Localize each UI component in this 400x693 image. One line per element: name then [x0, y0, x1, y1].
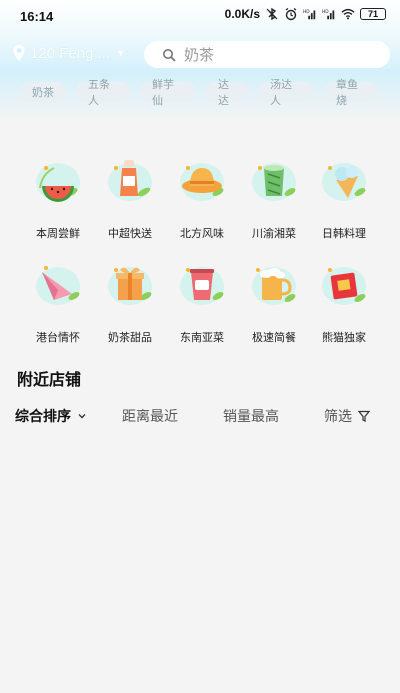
category-item-milk-tea-dessert[interactable]: 奶茶甜品	[94, 260, 166, 345]
network-speed: 0.0K/s	[224, 7, 260, 21]
category-label: 北方风味	[180, 228, 224, 240]
location-pin-icon	[13, 45, 25, 61]
chevron-down-icon: ▼	[116, 48, 125, 58]
category-item-northern[interactable]: 北方风味	[166, 156, 238, 241]
signal-hd-icon: HD	[303, 9, 316, 20]
bluetooth-off-icon	[266, 7, 278, 21]
sort-sales-button[interactable]: 销量最高	[223, 406, 279, 426]
filter-button[interactable]: 筛选	[324, 406, 370, 426]
search-bar[interactable]: 奶茶	[144, 41, 390, 68]
battery-icon: 71	[360, 8, 386, 20]
search-placeholder: 奶茶	[184, 47, 215, 64]
filter-funnel-icon	[358, 410, 370, 422]
gift-box-icon	[108, 267, 152, 305]
watermelon-icon	[36, 163, 80, 202]
svg-text:HD: HD	[303, 9, 310, 15]
chevron-down-icon	[78, 414, 86, 419]
category-item-hk-taiwan[interactable]: 港台情怀	[22, 260, 94, 345]
sort-sales-label: 销量最高	[223, 408, 279, 424]
straw-hat-icon	[180, 163, 224, 201]
svg-text:HD: HD	[322, 9, 329, 15]
category-label: 中超快送	[108, 228, 152, 240]
category-item-panda-exclusive[interactable]: 熊猫独家	[308, 260, 380, 345]
status-time: 16:14	[20, 9, 54, 24]
green-cup-icon	[252, 163, 296, 201]
beer-mug-icon	[252, 267, 296, 305]
wifi-icon	[341, 8, 355, 20]
category-label: 港台情怀	[36, 332, 80, 344]
nearby-shops-title: 附近店铺	[17, 372, 82, 389]
filter-label: 筛选	[324, 408, 352, 424]
hot-tag[interactable]: 五条人	[76, 79, 130, 107]
category-label: 极速简餐	[252, 332, 296, 344]
category-item-southeast-asian[interactable]: 东南亚菜	[166, 260, 238, 345]
category-item-sichuan-hunan[interactable]: 川渝湘菜	[238, 156, 310, 241]
hot-tag[interactable]: 奶茶	[20, 82, 66, 102]
search-icon	[163, 48, 176, 61]
status-bar: 16:14 0.0K/s HD HD 71	[0, 0, 400, 32]
category-item-japanese-korean[interactable]: 日韩料理	[308, 156, 380, 241]
category-label: 东南亚菜	[180, 332, 224, 344]
location-text: 120 Feng ...	[30, 44, 111, 62]
bottle-drink-icon	[108, 160, 152, 201]
paper-plane-icon	[36, 266, 80, 305]
category-item-express[interactable]: 中超快送	[94, 156, 166, 241]
alarm-clock-icon	[285, 7, 297, 21]
location-selector[interactable]: 120 Feng ... ▼	[12, 44, 125, 62]
category-label: 熊猫独家	[322, 332, 366, 344]
category-label: 川渝湘菜	[252, 228, 296, 240]
red-envelope-icon	[322, 267, 366, 305]
category-item-fast-meal[interactable]: 极速简餐	[238, 260, 310, 345]
sort-comprehensive-label: 综合排序	[15, 408, 71, 424]
sort-distance-button[interactable]: 距离最近	[122, 406, 178, 426]
hot-tag[interactable]: 鲜芋仙	[140, 79, 196, 107]
category-label: 本周尝鲜	[36, 228, 80, 240]
hot-search-tags: 奶茶 五条人 鲜芋仙 达达 汤达人 章鱼烧	[20, 79, 378, 107]
hot-tag[interactable]: 章鱼烧	[324, 79, 378, 107]
sort-comprehensive-button[interactable]: 综合排序	[15, 406, 87, 426]
milk-tea-cup-icon	[180, 267, 224, 305]
hot-tag[interactable]: 达达	[206, 79, 248, 107]
ice-cream-icon	[322, 163, 366, 201]
status-icons: 0.0K/s HD HD 71	[225, 7, 386, 21]
category-label: 奶茶甜品	[108, 332, 152, 344]
sort-distance-label: 距离最近	[122, 408, 178, 424]
category-item-weekly-new[interactable]: 本周尝鲜	[22, 156, 94, 241]
sort-bar: 综合排序 距离最近 销量最高 筛选	[0, 406, 400, 428]
signal-hd-icon-2: HD	[322, 9, 335, 20]
hot-tag[interactable]: 汤达人	[258, 79, 314, 107]
category-label: 日韩料理	[322, 228, 366, 240]
